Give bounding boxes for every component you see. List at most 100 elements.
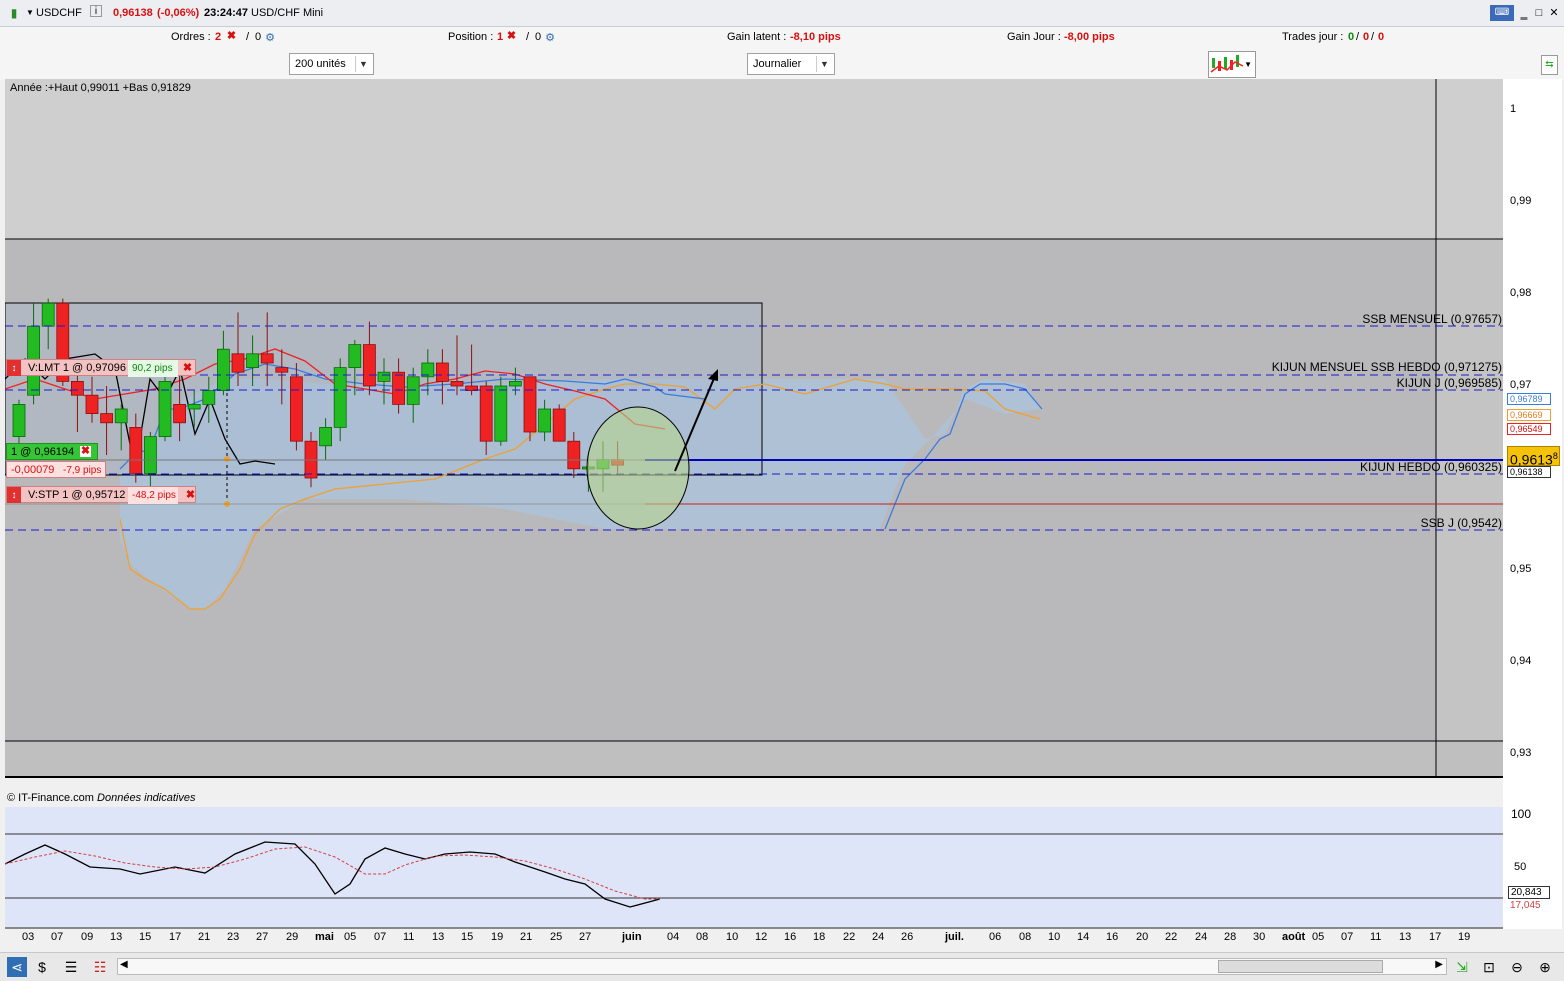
candle-body <box>508 380 522 387</box>
close-position-icon[interactable]: ✖ <box>506 31 517 42</box>
xaxis-label: 11 <box>1370 931 1382 943</box>
minimize-icon[interactable]: ‗ <box>1516 5 1532 21</box>
position-gear-icon[interactable]: ⚙ <box>542 30 558 46</box>
info-icon[interactable]: i <box>90 5 102 17</box>
xaxis-label: 24 <box>872 931 885 943</box>
current-price-tag: 0,96138 <box>1507 446 1560 468</box>
osc-value-2: 17,045 <box>1508 900 1550 913</box>
kijun-price-tag: 0,96549 <box>1507 423 1551 435</box>
ordres-count2[interactable]: 0 <box>255 31 261 43</box>
xaxis-label: 15 <box>139 931 152 943</box>
trades-label: Trades jour : <box>1282 31 1344 43</box>
gear-icon[interactable]: ⚙ <box>262 30 278 46</box>
xaxis-label: 16 <box>784 931 797 943</box>
yaxis-label: 0,99 <box>1510 195 1532 207</box>
chevron-down-icon: ▼ <box>1244 60 1252 69</box>
kijun-hebdo-label: KIJUN HEBDO (0,960325) <box>1359 460 1502 474</box>
chevron-down-icon[interactable]: ▼ <box>816 56 832 72</box>
xaxis-label: août <box>1282 931 1306 943</box>
gain-jour-label: Gain Jour : <box>1007 31 1061 43</box>
drag-handle-icon[interactable]: ↕ <box>7 360 21 376</box>
maximize-icon[interactable]: □ <box>1531 5 1547 21</box>
candle-body <box>275 367 289 373</box>
candle-body <box>12 403 26 437</box>
scroll-right-icon[interactable]: ▶ <box>1435 959 1443 970</box>
candle-body <box>246 353 260 368</box>
copyright: © IT-Finance.com Données indicatives <box>7 792 195 804</box>
candle-body <box>450 380 464 387</box>
position-count[interactable]: 1 <box>497 31 503 43</box>
cancel-limit-icon[interactable]: ✖ <box>182 363 193 374</box>
chart-type-button[interactable]: ▼ <box>1208 51 1256 78</box>
candle-body <box>187 403 201 410</box>
stop-order-pips: -48,2 pips <box>128 487 178 504</box>
position-label: Position : <box>448 31 494 43</box>
xaxis-label: 15 <box>461 931 474 943</box>
candle-body <box>231 353 245 373</box>
yaxis-label: 0,94 <box>1510 655 1532 667</box>
gain-jour-value: -8,00 pips <box>1064 31 1115 43</box>
oscillator-bg <box>5 807 1503 927</box>
gain-latent-value: -8,10 pips <box>790 31 841 43</box>
controls-bar: 200 unités ▼ Journalier ▼ ▼ ⇆ <box>0 47 1564 80</box>
osc-level-50: 50 <box>1514 861 1527 873</box>
candle-body <box>552 408 566 442</box>
candle-body <box>216 348 230 392</box>
close-icon[interactable]: ✕ <box>1546 5 1562 21</box>
position-count2[interactable]: 0 <box>535 31 541 43</box>
xaxis-label: 20 <box>1136 931 1149 943</box>
trades-value2: 0 <box>1363 31 1370 43</box>
limit-order-box[interactable]: ↕ V:LMT 1 @ 0,97096 90,2 pips ✖ <box>6 359 196 377</box>
side-panel-toggle-icon[interactable]: ⇆ <box>1541 55 1558 75</box>
year-range-header: Année :+Haut 0,99011 +Bas 0,91829 <box>10 82 191 94</box>
period-select[interactable]: Journalier ▼ <box>747 53 835 75</box>
candle-body <box>435 362 449 382</box>
xaxis-label: 18 <box>813 931 826 943</box>
zoom-in-icon[interactable]: ⊕ <box>1535 957 1555 977</box>
scrollbar-thumb[interactable] <box>1218 960 1383 973</box>
orders-list-icon[interactable]: ☷ <box>90 957 110 977</box>
xaxis-label: 23 <box>227 931 240 943</box>
candle-body <box>260 353 274 364</box>
position-pips: -7,9 pips <box>63 465 102 476</box>
order-marker <box>224 456 230 462</box>
cancel-stop-icon[interactable]: ✖ <box>185 490 196 501</box>
xaxis-label: 25 <box>550 931 563 943</box>
indicator-icon[interactable]: $ <box>32 957 52 977</box>
candle-body <box>202 390 216 405</box>
cancel-orders-icon[interactable]: ✖ <box>226 31 237 42</box>
scroll-left-icon[interactable]: ◀ <box>120 959 128 970</box>
chart-app-icon: ▮ <box>10 6 18 20</box>
xaxis-label: 04 <box>667 931 680 943</box>
time-axis[interactable]: 03 07 09 13 15 17 21 23 27 29 mai 05 07 11 13 15 19 21 25 2… <box>5 931 1503 947</box>
auto-scroll-icon[interactable]: ⇲ <box>1452 957 1472 977</box>
instrument-name: USD/CHF Mini <box>251 7 324 19</box>
xaxis-label: mai <box>315 931 334 943</box>
units-select[interactable]: 200 unités ▼ <box>289 53 374 75</box>
keyboard-icon[interactable]: ⌨ <box>1490 5 1514 21</box>
stop-order-box[interactable]: ↕ V:STP 1 @ 0,95712 -48,2 pips ✖ <box>6 486 196 504</box>
current-price-sup: 8 <box>1552 451 1558 461</box>
ordres-count[interactable]: 2 <box>215 31 221 43</box>
close-position-chart-icon[interactable]: ✖ <box>80 446 91 457</box>
chevron-down-icon[interactable]: ▼ <box>355 56 371 72</box>
copyright-text: © IT-Finance.com <box>7 792 94 804</box>
zoom-out-icon[interactable]: ⊖ <box>1507 957 1527 977</box>
xaxis-label: 16 <box>1106 931 1119 943</box>
xaxis-label: 13 <box>432 931 445 943</box>
share-icon[interactable]: ⋖ <box>7 957 27 977</box>
candle-body <box>143 436 157 474</box>
drag-handle-icon[interactable]: ↕ <box>7 487 21 503</box>
trades-value3: 0 <box>1378 31 1385 43</box>
candle-body <box>319 426 333 447</box>
xaxis-label: 09 <box>81 931 94 943</box>
symbol-name[interactable]: USDCHF <box>36 7 82 19</box>
chart-area[interactable]: Année :+Haut 0,99011 +Bas 0,91829 © IT-F… <box>5 79 1562 943</box>
list-icon[interactable]: ☰ <box>61 957 81 977</box>
horizontal-scrollbar[interactable]: ◀ ▶ <box>117 958 1447 975</box>
zoom-fit-icon[interactable]: ⊡ <box>1479 957 1499 977</box>
candle-body <box>348 344 362 369</box>
osc-value-1: 20,843 <box>1508 886 1550 899</box>
xaxis-label: 05 <box>344 931 357 943</box>
price-chart[interactable] <box>5 79 1562 929</box>
